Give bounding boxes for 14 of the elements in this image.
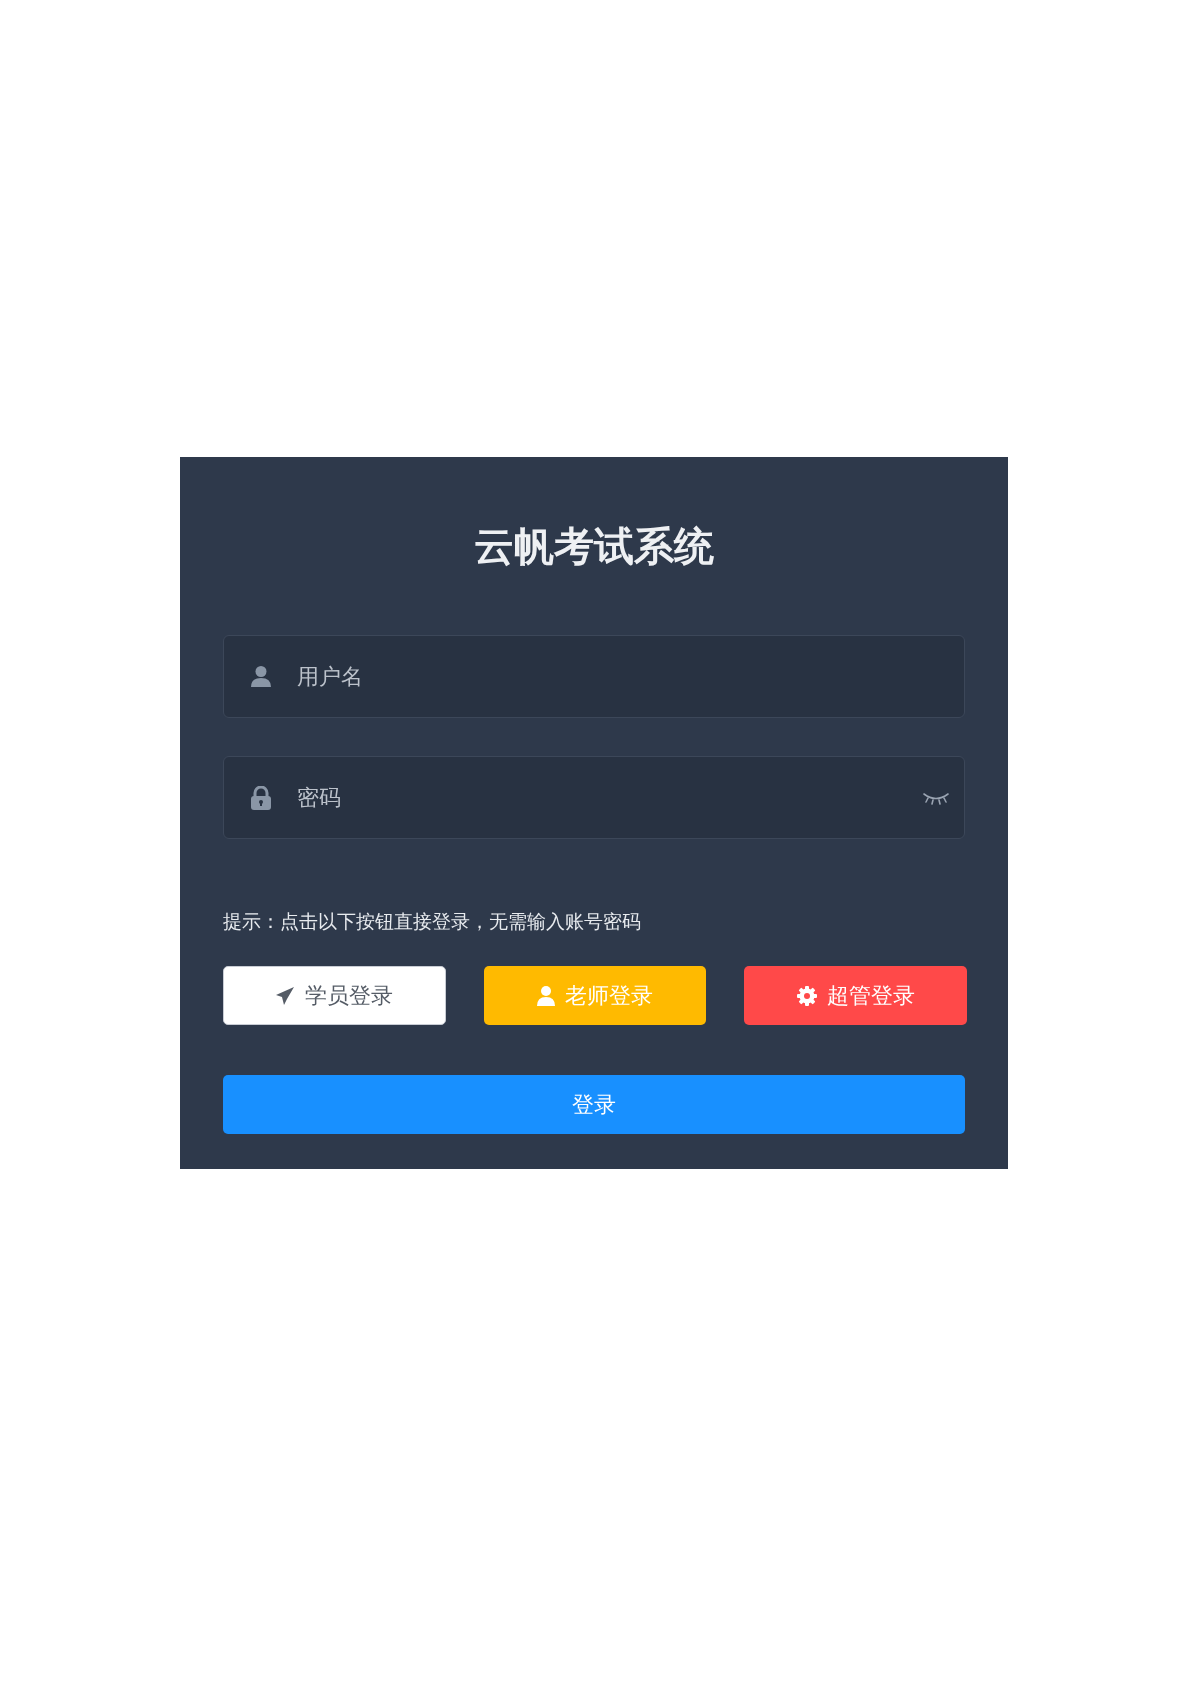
app-title: 云帆考试系统: [474, 522, 714, 571]
quick-login-button[interactable]: 老师登录: [483, 966, 707, 1025]
hint-text: 提示：点击以下按钮直接登录，无需输入账号密码: [223, 909, 641, 934]
person-icon: [250, 665, 272, 687]
password-field[interactable]: 密码: [223, 756, 965, 839]
paper-plane-icon: [275, 985, 296, 1006]
lock-icon: [250, 786, 272, 810]
settings-icon: [796, 985, 817, 1006]
quick-login-button[interactable]: 超管登录: [744, 966, 967, 1025]
closed-eye-icon[interactable]: [923, 791, 949, 805]
quick-login-button[interactable]: 学员登录: [223, 966, 446, 1025]
login-button[interactable]: 登录: [223, 1075, 965, 1134]
person-icon: [537, 985, 555, 1006]
username-field[interactable]: 用户名: [223, 635, 965, 718]
